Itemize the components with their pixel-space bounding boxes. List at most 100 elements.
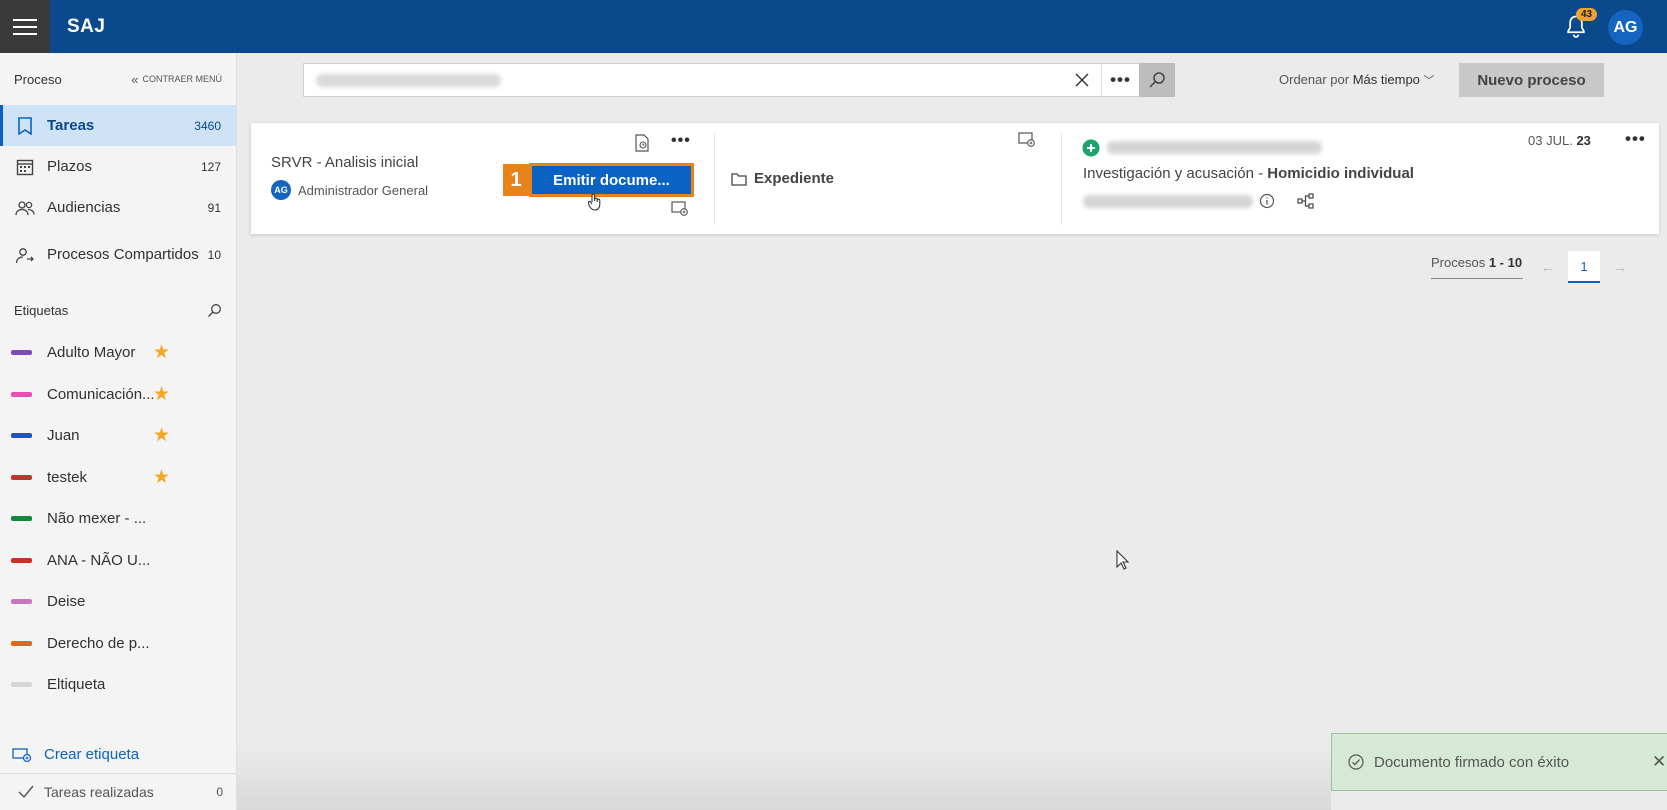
sidebar-item-procesos-compartidos[interactable]: Procesos Compartidos 10 xyxy=(0,228,236,282)
arrow-left-icon: ← xyxy=(1540,258,1556,276)
sidebar-item-label: Tareas xyxy=(47,117,95,134)
task-assignee: AG Administrador General xyxy=(271,180,428,200)
more-icon: ••• xyxy=(1110,70,1131,89)
step-badge: 1 xyxy=(503,164,529,196)
bookmark-icon xyxy=(14,115,36,137)
tag-label: testek xyxy=(47,468,88,486)
tag-label: Juan xyxy=(47,427,80,445)
tag-item[interactable]: Juan ★ xyxy=(0,415,236,457)
document-clock-icon[interactable] xyxy=(634,134,650,152)
sidebar-item-count: 10 xyxy=(207,248,221,262)
collapse-menu-button[interactable]: « CONTRAER MENÚ xyxy=(131,72,222,87)
sidebar-item-label: Plazos xyxy=(47,158,93,175)
expediente-link[interactable]: Expediente xyxy=(731,170,834,187)
search-query-redacted xyxy=(316,74,501,87)
done-tasks-item[interactable]: Tareas realizadas 0 xyxy=(0,773,237,810)
clear-search-button[interactable] xyxy=(1063,64,1101,96)
expediente-label: Expediente xyxy=(754,170,835,187)
tag-item[interactable]: testek ★ xyxy=(0,457,236,499)
search-icon[interactable] xyxy=(207,303,222,318)
avatar: AG xyxy=(271,180,291,200)
sidebar-item-tareas[interactable]: Tareas 3460 xyxy=(0,105,236,146)
card-divider xyxy=(714,133,715,225)
sidebar-item-count: 3460 xyxy=(194,118,221,133)
sidebar-item-audiencias[interactable]: Audiencias 91 xyxy=(0,187,236,228)
add-window-icon[interactable] xyxy=(671,201,689,217)
search-bar: ••• xyxy=(303,63,1175,97)
brand-logo: SAJ xyxy=(67,15,106,37)
chevron-down-icon: ﹀ xyxy=(1423,75,1435,87)
case-class-label: Investigación y acusación xyxy=(1083,165,1254,182)
tag-item[interactable]: ANA - NÃO U... xyxy=(0,540,236,582)
tag-color-bar xyxy=(11,599,32,605)
tag-item[interactable]: Adulto Mayor ★ xyxy=(0,332,236,374)
sidebar-item-label: Procesos Compartidos xyxy=(47,246,199,263)
date-day-month: 03 JUL. xyxy=(1528,133,1573,148)
star-icon[interactable]: ★ xyxy=(153,341,170,364)
shared-icon xyxy=(14,244,36,266)
top-bar: SAJ xyxy=(0,0,1667,53)
process-card[interactable]: SRVR - Analisis inicial AG Administrador… xyxy=(251,123,1659,234)
star-icon[interactable]: ★ xyxy=(153,424,170,447)
search-icon xyxy=(1149,72,1165,88)
user-avatar[interactable]: AG xyxy=(1608,10,1643,45)
tag-label: Deise xyxy=(47,593,86,611)
sidebar-item-plazos[interactable]: Plazos 127 xyxy=(0,146,236,187)
hamburger-menu-icon[interactable] xyxy=(0,0,50,53)
sidebar: Proceso « CONTRAER MENÚ Tareas 3460 Plaz… xyxy=(0,53,237,810)
tag-label: Adulto Mayor xyxy=(47,344,136,362)
collapse-menu-label: CONTRAER MENÚ xyxy=(142,74,222,84)
pagination-label: Procesos xyxy=(1431,255,1486,270)
next-page-button[interactable]: → xyxy=(1604,251,1636,283)
prev-page-button[interactable]: ← xyxy=(1532,251,1564,283)
create-tag-label: Crear etiqueta xyxy=(44,745,140,763)
tag-item[interactable]: Comunicación... ★ xyxy=(0,374,236,416)
hierarchy-icon[interactable] xyxy=(1297,193,1315,209)
mouse-cursor-icon xyxy=(1116,550,1130,570)
success-toast: Documento firmado con éxito ✕ xyxy=(1331,733,1667,791)
done-tasks-label: Tareas realizadas xyxy=(44,783,154,800)
sidebar-item-label: Audiencias xyxy=(47,199,121,216)
tag-item[interactable]: Deise xyxy=(0,581,236,623)
case-subject: Homicidio individual xyxy=(1267,165,1414,182)
tags-title: Etiquetas xyxy=(14,302,69,318)
people-icon xyxy=(14,197,36,219)
sort-dropdown[interactable]: Ordenar por Más tiempo ﹀ xyxy=(1279,72,1435,88)
search-button[interactable] xyxy=(1139,63,1175,97)
pagination-summary: Procesos 1 - 10 xyxy=(1431,255,1523,279)
tag-color-bar xyxy=(11,433,32,439)
tag-item[interactable]: Eltiqueta xyxy=(0,664,236,706)
folder-icon xyxy=(731,172,747,186)
more-options-icon[interactable]: ••• xyxy=(671,132,691,150)
sidebar-item-count: 127 xyxy=(200,159,221,174)
task-title[interactable]: SRVR - Analisis inicial xyxy=(271,154,418,171)
tag-color-bar xyxy=(11,640,32,646)
add-circle-icon[interactable] xyxy=(1082,139,1100,157)
add-tag-icon xyxy=(12,748,32,762)
tag-label: ANA - NÃO U... xyxy=(47,551,151,569)
sidebar-item-count: 91 xyxy=(207,200,221,215)
hand-pointer-icon xyxy=(587,193,601,211)
calendar-icon xyxy=(14,156,36,178)
create-tag-button[interactable]: Crear etiqueta xyxy=(0,738,237,770)
emit-document-button[interactable]: Emitir docume... xyxy=(529,163,694,197)
tag-label: Comunicación... xyxy=(47,385,153,403)
new-process-button[interactable]: Nuevo proceso xyxy=(1459,63,1604,97)
add-window-icon[interactable] xyxy=(1018,132,1036,148)
case-parties-redacted xyxy=(1083,195,1253,208)
sidebar-title: Proceso xyxy=(14,71,62,87)
checkmark-icon xyxy=(18,785,34,799)
search-options-button[interactable]: ••• xyxy=(1101,64,1139,96)
info-icon[interactable] xyxy=(1259,193,1275,209)
close-icon[interactable]: ✕ xyxy=(1652,752,1666,772)
star-icon[interactable]: ★ xyxy=(153,466,170,489)
tag-item[interactable]: Não mexer - ... xyxy=(0,498,236,540)
page-1-button[interactable]: 1 xyxy=(1568,251,1600,283)
case-date: 03 JUL. 23 xyxy=(1528,133,1591,148)
tag-color-bar xyxy=(11,557,32,563)
more-options-icon[interactable]: ••• xyxy=(1625,129,1646,149)
star-icon[interactable]: ★ xyxy=(153,383,170,406)
tag-color-bar xyxy=(11,474,32,480)
tag-item[interactable]: Derecho de p... xyxy=(0,623,236,665)
check-circle-icon xyxy=(1348,754,1364,770)
